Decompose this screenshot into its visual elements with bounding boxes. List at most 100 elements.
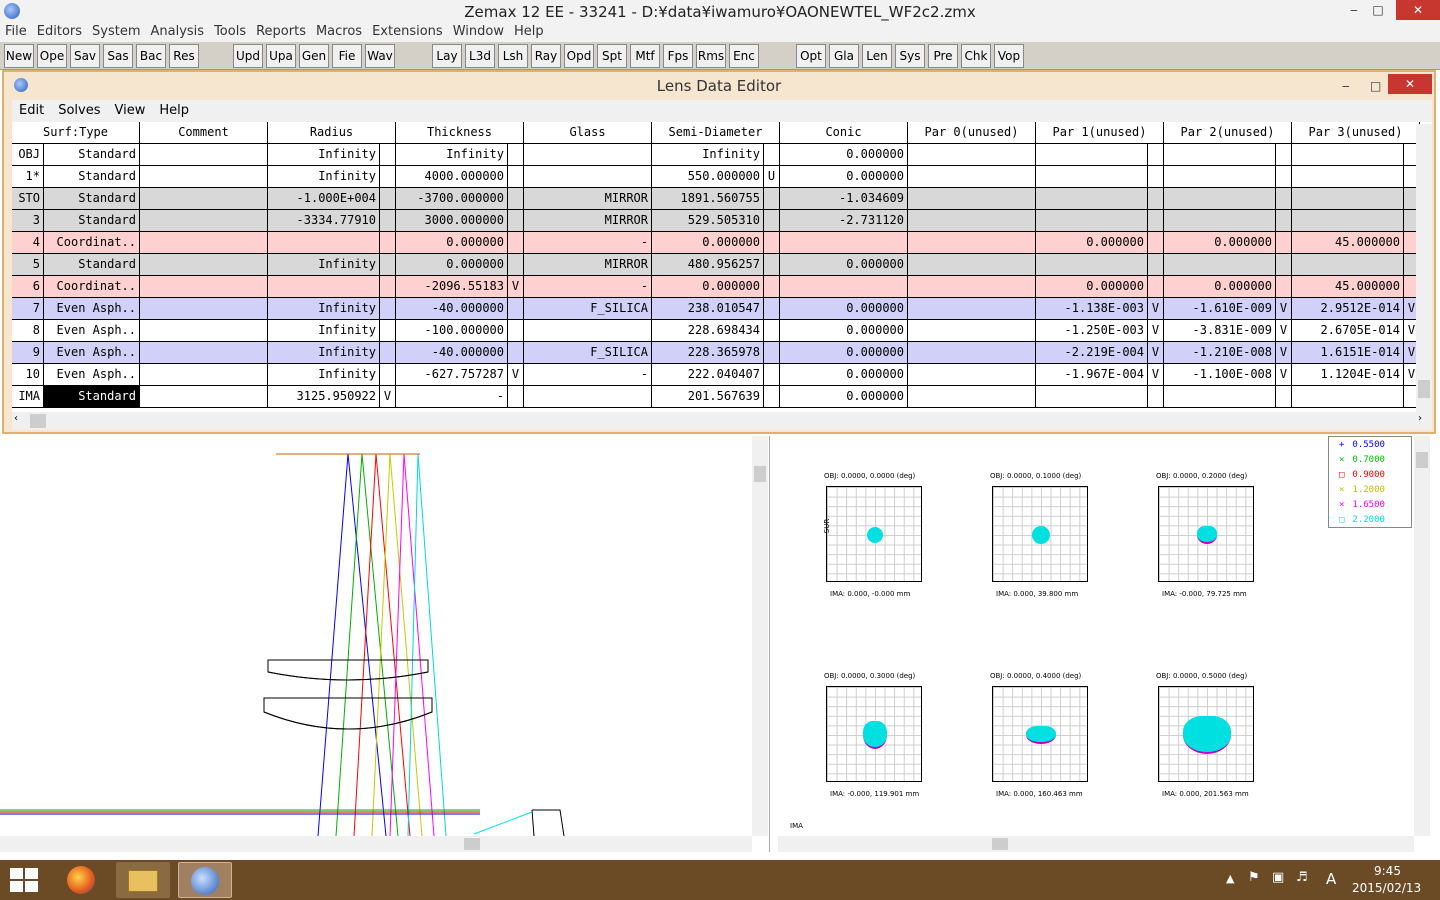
solve-cell[interactable] <box>764 254 780 275</box>
cell-radius[interactable]: Infinity <box>268 144 380 165</box>
cell-conic[interactable]: 0.000000 <box>780 386 908 407</box>
cell-p2[interactable] <box>1164 210 1276 231</box>
cell-glass[interactable]: F_SILICA <box>524 298 652 319</box>
solve-cell[interactable] <box>380 210 396 231</box>
cell-p2[interactable]: -1.610E-009 <box>1164 298 1276 319</box>
lde-menu-view[interactable]: View <box>107 100 152 122</box>
toolbar-button-fie[interactable]: Fie <box>332 44 362 68</box>
scroll-right-arrow-icon[interactable]: › <box>1418 413 1422 424</box>
cell-p0[interactable] <box>908 386 1036 407</box>
cell-semi[interactable]: Infinity <box>652 144 764 165</box>
solve-cell[interactable]: V <box>1276 342 1292 363</box>
cell-conic[interactable]: 0.000000 <box>780 298 908 319</box>
solve-cell[interactable] <box>508 342 524 363</box>
cell-thick[interactable]: - <box>396 386 508 407</box>
lde-minimize-button[interactable]: ‒ <box>1342 72 1350 100</box>
cell-p0[interactable] <box>908 144 1036 165</box>
cell-conic[interactable]: -1.034609 <box>780 188 908 209</box>
cell-semi[interactable]: 1891.560755 <box>652 188 764 209</box>
column-header[interactable]: Par 0(unused) <box>908 122 1036 143</box>
column-header[interactable]: Surf:Type <box>12 122 140 143</box>
cell-glass[interactable]: - <box>524 276 652 297</box>
clock-date[interactable]: 2015/02/13 <box>1352 881 1421 895</box>
cell-p2[interactable]: 0.000000 <box>1164 276 1276 297</box>
lde-vertical-scrollbar[interactable] <box>1416 124 1432 412</box>
cell-type[interactable]: Standard <box>44 166 140 187</box>
solve-cell[interactable] <box>508 166 524 187</box>
solve-cell[interactable]: V <box>508 276 524 297</box>
cell-conic[interactable]: 0.000000 <box>780 254 908 275</box>
toolbar-button-wav[interactable]: Wav <box>365 44 395 68</box>
cell-semi[interactable]: 0.000000 <box>652 276 764 297</box>
cell-p1[interactable]: -1.138E-003 <box>1036 298 1148 319</box>
cell-semi[interactable]: 228.365978 <box>652 342 764 363</box>
windows-start-icon[interactable] <box>10 868 38 892</box>
solve-cell[interactable] <box>764 232 780 253</box>
solve-cell[interactable] <box>1276 232 1292 253</box>
cell-p1[interactable] <box>1036 144 1148 165</box>
solve-cell[interactable] <box>1276 144 1292 165</box>
scroll-left-arrow-icon[interactable]: ‹ <box>14 413 18 424</box>
solve-cell[interactable] <box>380 298 396 319</box>
toolbar-button-vop[interactable]: Vop <box>994 44 1024 68</box>
cell-p1[interactable] <box>1036 188 1148 209</box>
cell-p2[interactable]: -1.100E-008 <box>1164 364 1276 385</box>
toolbar-button-gen[interactable]: Gen <box>299 44 329 68</box>
surface-number[interactable]: 9 <box>12 342 44 363</box>
solve-cell[interactable] <box>508 144 524 165</box>
solve-cell[interactable] <box>380 254 396 275</box>
cell-thick[interactable]: -3700.000000 <box>396 188 508 209</box>
cell-p3[interactable]: 1.6151E-014 <box>1292 342 1404 363</box>
cell-semi[interactable]: 550.000000 <box>652 166 764 187</box>
toolbar-button-sas[interactable]: Sas <box>103 44 133 68</box>
cell-thick[interactable]: 0.000000 <box>396 254 508 275</box>
solve-cell[interactable]: V <box>1276 298 1292 319</box>
lde-app-icon[interactable] <box>14 78 28 92</box>
show-hidden-icons-icon[interactable]: ▲ <box>1226 872 1234 885</box>
spot-vscroll-thumb[interactable] <box>1416 452 1428 468</box>
cell-conic[interactable]: 0.000000 <box>780 144 908 165</box>
cell-type[interactable]: Standard <box>44 386 140 407</box>
solve-cell[interactable] <box>1148 386 1164 407</box>
toolbar-button-enc[interactable]: Enc <box>729 44 759 68</box>
cell-p1[interactable]: -1.967E-004 <box>1036 364 1148 385</box>
cell-p1[interactable]: -2.219E-004 <box>1036 342 1148 363</box>
solve-cell[interactable] <box>508 210 524 231</box>
surface-number[interactable]: IMA <box>12 386 44 407</box>
cell-p2[interactable] <box>1164 188 1276 209</box>
cell-p1[interactable] <box>1036 210 1148 231</box>
cell-conic[interactable]: 0.000000 <box>780 364 908 385</box>
toolbar-button-rms[interactable]: Rms <box>696 44 726 68</box>
solve-cell[interactable] <box>764 364 780 385</box>
surface-number[interactable]: 7 <box>12 298 44 319</box>
cell-conic[interactable] <box>780 276 908 297</box>
cell-p0[interactable] <box>908 210 1036 231</box>
cell-p3[interactable] <box>1292 254 1404 275</box>
cell-p1[interactable] <box>1036 166 1148 187</box>
toolbar-button-opt[interactable]: Opt <box>796 44 826 68</box>
menu-editors[interactable]: Editors <box>32 22 87 42</box>
cell-thick[interactable]: -40.000000 <box>396 342 508 363</box>
cell-radius[interactable]: Infinity <box>268 364 380 385</box>
column-header[interactable]: Par 1(unused) <box>1036 122 1164 143</box>
menu-help[interactable]: Help <box>509 22 549 42</box>
cell-p2[interactable] <box>1164 254 1276 275</box>
toolbar-button-upa[interactable]: Upa <box>266 44 296 68</box>
column-header[interactable]: Par 2(unused) <box>1164 122 1292 143</box>
cell-comment[interactable] <box>140 166 268 187</box>
menu-system[interactable]: System <box>87 22 145 42</box>
cell-p2[interactable] <box>1164 386 1276 407</box>
cell-conic[interactable]: 0.000000 <box>780 166 908 187</box>
file-explorer-icon[interactable] <box>116 862 170 898</box>
solve-cell[interactable] <box>1148 144 1164 165</box>
solve-cell[interactable] <box>1148 254 1164 275</box>
surface-number[interactable]: 10 <box>12 364 44 385</box>
cell-glass[interactable]: MIRROR <box>524 254 652 275</box>
layout-vscroll-thumb[interactable] <box>754 466 766 482</box>
cell-semi[interactable]: 0.000000 <box>652 232 764 253</box>
cell-conic[interactable]: 0.000000 <box>780 320 908 341</box>
solve-cell[interactable] <box>380 232 396 253</box>
cell-type[interactable]: Even Asph.. <box>44 320 140 341</box>
toolbar-button-upd[interactable]: Upd <box>233 44 263 68</box>
solve-cell[interactable]: V <box>1148 298 1164 319</box>
